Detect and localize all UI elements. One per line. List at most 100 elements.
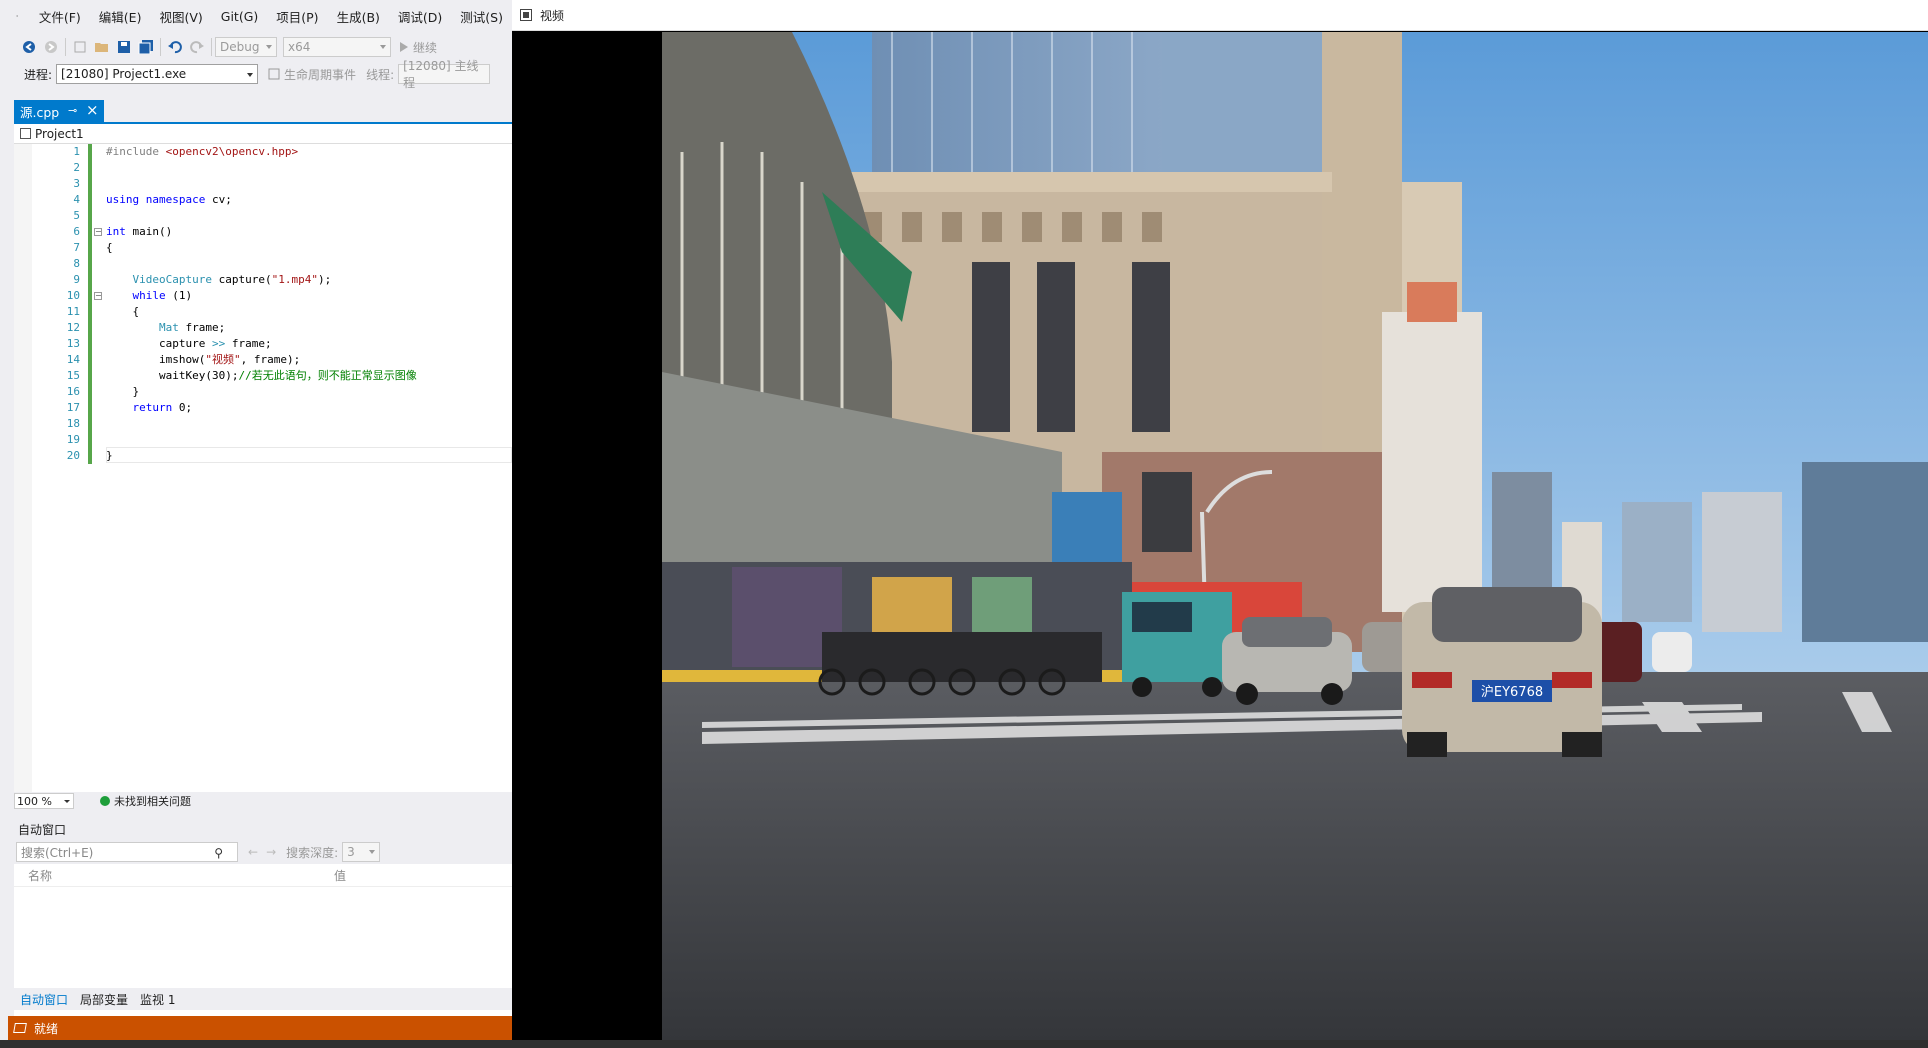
project-dropdown[interactable]: Project1: [35, 127, 84, 141]
editor-status-strip: 100 % 未找到相关问题: [14, 792, 512, 810]
search-depth-combo[interactable]: 3: [342, 842, 381, 862]
menu-debug[interactable]: 调试(D): [389, 7, 451, 26]
project-icon: [20, 128, 31, 139]
code-line: {: [106, 241, 113, 254]
menu-git[interactable]: Git(G): [212, 9, 268, 24]
continue-button[interactable]: 继续: [399, 36, 437, 58]
thread-value: [12080] 主线程: [403, 59, 479, 90]
menu-project[interactable]: 项目(P): [267, 7, 327, 26]
code-line: imshow("视频", frame);: [158, 353, 301, 366]
code-line: return 0;: [132, 401, 193, 414]
search-forward-icon[interactable]: →: [266, 845, 276, 859]
video-window-titlebar[interactable]: 视频: [512, 0, 1928, 31]
document-tab-strip: 源.cpp ⊸ ×: [14, 100, 512, 124]
line-number: 3: [73, 177, 80, 190]
code-line: Mat frame;: [158, 321, 226, 334]
back-icon[interactable]: [18, 36, 40, 58]
line-number: 15: [66, 369, 80, 382]
undo-icon[interactable]: [164, 36, 186, 58]
code-line: }: [132, 385, 140, 398]
platform-combo[interactable]: x64: [283, 37, 391, 57]
tab-locals[interactable]: 局部变量: [74, 991, 134, 1008]
autos-window-title: 自动窗口: [14, 818, 512, 840]
breakpoint-margin[interactable]: [14, 144, 32, 792]
issues-status[interactable]: 未找到相关问题: [114, 793, 191, 809]
line-number: 10: [66, 289, 80, 302]
taskbar-strip: [0, 1040, 1928, 1048]
code-line: {: [132, 305, 140, 318]
save-all-icon[interactable]: [135, 36, 157, 58]
process-combo[interactable]: [21080] Project1.exe: [56, 64, 259, 84]
change-tracking-bar: [88, 144, 92, 464]
visual-studio-logo-icon: [16, 15, 18, 17]
line-number: 7: [73, 241, 80, 254]
code-line: }: [106, 449, 113, 462]
search-depth-value: 3: [347, 845, 355, 859]
line-number: 6: [73, 225, 80, 238]
video-frame: 沪EY6768: [662, 32, 1928, 1042]
autos-column-header: 名称 值: [14, 864, 512, 887]
tab-autos[interactable]: 自动窗口: [14, 991, 74, 1008]
chevron-down-icon: [266, 45, 272, 49]
search-icon[interactable]: ⚲: [214, 846, 223, 860]
collapse-icon[interactable]: −: [94, 228, 102, 236]
menu-file[interactable]: 文件(F): [30, 7, 90, 26]
chevron-down-icon: [369, 850, 376, 854]
code-line: int main(): [106, 225, 173, 238]
lifecycle-events-label[interactable]: 生命周期事件: [284, 66, 356, 83]
continue-label: 继续: [413, 40, 438, 55]
collapse-icon[interactable]: −: [94, 292, 102, 300]
close-icon[interactable]: ×: [86, 101, 99, 119]
new-project-icon[interactable]: [69, 36, 91, 58]
redo-icon[interactable]: [186, 36, 208, 58]
menu-view[interactable]: 视图(V): [150, 7, 211, 26]
line-number: 8: [73, 257, 80, 270]
forward-icon[interactable]: [40, 36, 62, 58]
chevron-down-icon: [64, 800, 70, 803]
pin-icon[interactable]: ⊸: [68, 104, 77, 117]
zoom-value: 100 %: [17, 794, 52, 808]
line-number: 20: [66, 449, 80, 462]
debug-location-toolbar: 进程: [21080] Project1.exe 生命周期事件 线程: [120…: [0, 59, 512, 90]
code-line: VideoCapture capture("1.mp4");: [132, 273, 332, 286]
menu-test[interactable]: 测试(S): [451, 7, 512, 26]
code-editor[interactable]: 1 2 3 4 5 6 7 8 9 10 11 12 13 14 15 16 1…: [14, 144, 512, 792]
configuration-combo[interactable]: Debug: [215, 37, 277, 57]
tab-source-cpp[interactable]: 源.cpp ⊸ ×: [14, 100, 104, 122]
search-back-icon[interactable]: ←: [248, 845, 258, 859]
menu-build[interactable]: 生成(B): [328, 7, 389, 26]
line-number: 14: [66, 353, 80, 366]
tab-watch-1[interactable]: 监视 1: [134, 991, 181, 1008]
status-bar: 就绪: [8, 1016, 512, 1040]
search-input[interactable]: 搜索(Ctrl+E) ⚲: [16, 842, 238, 862]
column-name[interactable]: 名称: [28, 867, 334, 884]
menu-edit[interactable]: 编辑(E): [90, 7, 151, 26]
thread-label: 线程:: [366, 67, 395, 82]
code-line: capture >> frame;: [158, 337, 272, 350]
open-folder-icon[interactable]: [91, 36, 113, 58]
code-line: #include <opencv2\opencv.hpp>: [106, 145, 299, 158]
status-icon: [13, 1023, 27, 1033]
line-number: 11: [66, 305, 80, 318]
check-circle-icon: [100, 796, 110, 806]
line-number: 12: [66, 321, 80, 334]
column-value[interactable]: 值: [334, 867, 346, 884]
zoom-combo[interactable]: 100 %: [14, 793, 74, 809]
thread-combo[interactable]: [12080] 主线程: [398, 59, 491, 90]
platform-value: x64: [288, 40, 311, 54]
line-number: 19: [66, 433, 80, 446]
line-number: 18: [66, 417, 80, 430]
chevron-down-icon: [380, 45, 386, 49]
save-icon[interactable]: [113, 36, 135, 58]
menu-bar: 文件(F) 编辑(E) 视图(V) Git(G) 项目(P) 生成(B) 调试(…: [0, 0, 512, 32]
lifecycle-events-icon[interactable]: [268, 68, 280, 80]
line-number: 16: [66, 385, 80, 398]
video-window-title: 视频: [540, 8, 565, 23]
code-line: waitKey(30);//若无此语句，则不能正常显示图像: [158, 369, 417, 382]
